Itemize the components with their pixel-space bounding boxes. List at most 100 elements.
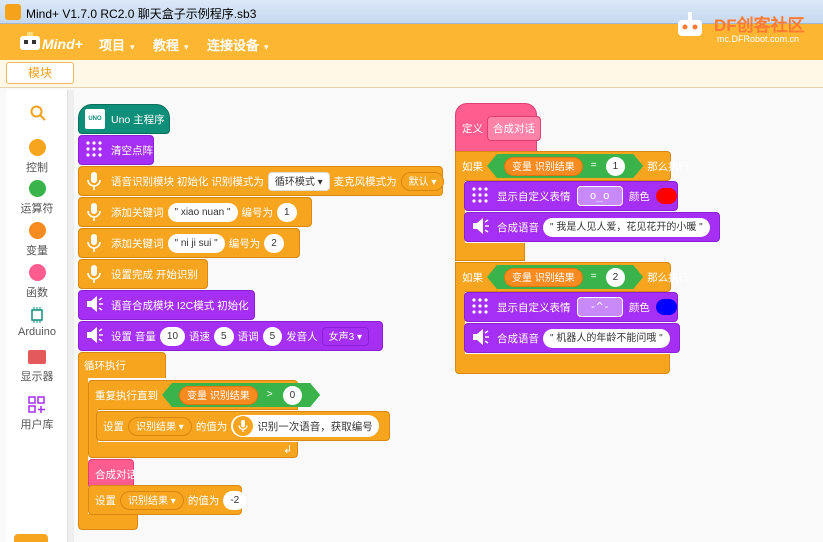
tts-settings-block[interactable]: 设置 音量 10 语速 5 语调 5 发音人 女声3 ▾	[78, 321, 383, 351]
menu-connect-device[interactable]: 连接设备 ▾	[207, 35, 269, 54]
define-function-hat[interactable]: 定义 合成对话	[455, 103, 541, 153]
condition-greater-than[interactable]: 变量 识别结果 > 0	[162, 383, 320, 407]
block-label: 颜色	[628, 190, 650, 203]
block-label: 显示自定义表情	[497, 301, 571, 314]
search-icon[interactable]	[29, 104, 47, 125]
menu-connect-label: 连接设备	[207, 38, 260, 53]
microphone-icon	[85, 171, 105, 191]
face-pattern-1[interactable]: o_o	[576, 186, 623, 206]
block-label: 语音识别模块 初始化 识别模式为	[111, 175, 264, 188]
show-face-block-2[interactable]: 显示自定义表情 -^- 颜色	[464, 292, 678, 322]
category-label: 显示器	[20, 371, 54, 383]
category-arduino[interactable]: Arduino	[6, 306, 68, 338]
color-swatch-blue[interactable]	[655, 299, 677, 315]
set-variable-block-1[interactable]: 设置 识别结果 ▾ 的值为 识别一次语音，获取编号	[96, 411, 390, 441]
uno-board-icon: UNO	[85, 109, 105, 129]
speech-text-2[interactable]: " 机器人的年龄不能问哦 "	[543, 328, 670, 348]
category-functions[interactable]: 函数	[6, 264, 68, 300]
tts-init-block[interactable]: 语音合成模块 I2C模式 初始化	[78, 290, 255, 320]
menu-project[interactable]: 项目 ▾	[99, 35, 135, 54]
asr-init-block[interactable]: 语音识别模块 初始化 识别模式为 循环模式 ▾ 麦克风模式为 默认 ▾	[78, 166, 445, 196]
workspace-edge	[68, 90, 74, 542]
expand-button[interactable]	[14, 534, 48, 542]
block-label: 添加关键词	[111, 237, 164, 250]
speed-input[interactable]: 5	[214, 326, 234, 346]
mic-mode-dropdown[interactable]: 默认 ▾	[400, 171, 445, 191]
tab-blocks[interactable]: 模块	[6, 62, 74, 84]
speaker-icon	[85, 326, 105, 346]
category-control[interactable]: 控制	[6, 139, 68, 175]
block-label: 重复执行直到	[95, 389, 158, 402]
keyword-number-1[interactable]: 1	[277, 202, 297, 222]
condition-value[interactable]: 0	[283, 386, 303, 405]
category-operators[interactable]: 运算符	[6, 180, 68, 216]
block-label: 设置	[95, 494, 116, 507]
color-swatch-red[interactable]	[655, 188, 677, 204]
condition-equals-1[interactable]: 变量 识别结果 = 1	[487, 154, 643, 178]
block-label: 语音合成模块 I2C模式 初始化	[111, 299, 249, 312]
repeat-until-block[interactable]: 重复执行直到 变量 识别结果 > 0	[88, 380, 298, 410]
block-label: 如果	[462, 271, 483, 284]
clear-matrix-block[interactable]: 清空点阵	[78, 135, 154, 165]
window-title: Mind+ V1.7.0 RC2.0 聊天盒子示例程序.sb3	[26, 7, 257, 21]
menu-tutorial[interactable]: 教程 ▾	[153, 35, 189, 54]
speak-block-2[interactable]: 合成语音 " 机器人的年龄不能问哦 "	[464, 323, 680, 353]
dropdown-value: 识别结果	[128, 495, 168, 507]
recognition-mode-dropdown[interactable]: 循环模式 ▾	[267, 171, 330, 191]
keyword-input-2[interactable]: " ni ji sui "	[167, 233, 225, 253]
condition-value[interactable]: 2	[606, 268, 626, 287]
forever-foot	[78, 514, 138, 530]
set-variable-block-2[interactable]: 设置 识别结果 ▾ 的值为 -2	[88, 485, 247, 515]
add-keyword-block-1[interactable]: 添加关键词 " xiao nuan " 编号为 1	[78, 197, 312, 227]
face-pattern-2[interactable]: -^-	[576, 297, 623, 317]
recognize-reporter[interactable]: 识别一次语音，获取编号	[231, 415, 379, 437]
volume-input[interactable]: 10	[159, 326, 186, 346]
block-label: 添加关键词	[111, 206, 164, 219]
block-label: 显示自定义表情	[497, 190, 571, 203]
brand-url[interactable]: mc.DFRobot.com.cn	[717, 34, 799, 44]
category-label: 控制	[26, 162, 48, 174]
speech-text-1[interactable]: " 我是人见人爱，花见花开的小暖 "	[543, 217, 710, 237]
category-label: Arduino	[18, 326, 56, 338]
add-keyword-block-2[interactable]: 添加关键词 " ni ji sui " 编号为 2	[78, 228, 300, 258]
condition-equals-2[interactable]: 变量 识别结果 = 2	[487, 265, 643, 289]
condition-variable[interactable]: 变量 识别结果	[179, 386, 258, 405]
condition-value[interactable]: 1	[606, 157, 626, 176]
hat-label: Uno 主程序	[111, 113, 165, 126]
tone-input[interactable]: 5	[262, 326, 283, 346]
microphone-icon	[233, 416, 254, 436]
block-label: 设置 音量	[111, 330, 156, 343]
operators-dot-icon	[28, 180, 46, 197]
category-user-library[interactable]: 用户库	[6, 396, 68, 432]
if-block-1[interactable]: 如果 变量 识别结果 = 1 那么执行	[455, 151, 689, 181]
show-face-block-1[interactable]: 显示自定义表情 o_o 颜色	[464, 181, 678, 211]
dfrobot-logo-icon	[674, 8, 708, 42]
category-variables[interactable]: 变量	[6, 222, 68, 258]
speak-block-1[interactable]: 合成语音 " 我是人见人爱，花见花开的小暖 "	[464, 212, 720, 242]
uno-main-hat-block[interactable]: UNO Uno 主程序	[78, 104, 170, 134]
speaker-icon	[471, 217, 491, 237]
display-icon	[28, 350, 46, 364]
condition-variable[interactable]: 变量 识别结果	[504, 157, 583, 176]
keyword-number-2[interactable]: 2	[264, 233, 284, 253]
keyword-input-1[interactable]: " xiao nuan "	[167, 202, 238, 222]
matrix-icon	[85, 140, 105, 160]
variable-dropdown-1[interactable]: 识别结果 ▾	[128, 416, 192, 436]
set-value-input[interactable]: -2	[223, 490, 247, 510]
if-block-2[interactable]: 如果 变量 识别结果 = 2 那么执行	[455, 262, 689, 292]
variable-dropdown-2[interactable]: 识别结果 ▾	[120, 490, 184, 510]
block-label: 合成语音	[497, 332, 539, 345]
block-label: 设置	[103, 420, 124, 433]
voice-dropdown[interactable]: 女声3 ▾	[321, 326, 370, 346]
control-dot-icon	[28, 139, 46, 156]
block-label: 发音人	[286, 330, 318, 343]
category-display[interactable]: 显示器	[6, 350, 68, 384]
variables-dot-icon	[28, 222, 46, 239]
condition-variable[interactable]: 变量 识别结果	[504, 268, 583, 287]
block-label: 编号为	[241, 206, 274, 219]
block-label: 语速	[189, 330, 211, 343]
function-name[interactable]: 合成对话	[487, 115, 541, 141]
category-label: 函数	[26, 287, 48, 299]
start-recognition-block[interactable]: 设置完成 开始识别	[78, 259, 208, 289]
block-label: 那么执行	[647, 271, 690, 284]
